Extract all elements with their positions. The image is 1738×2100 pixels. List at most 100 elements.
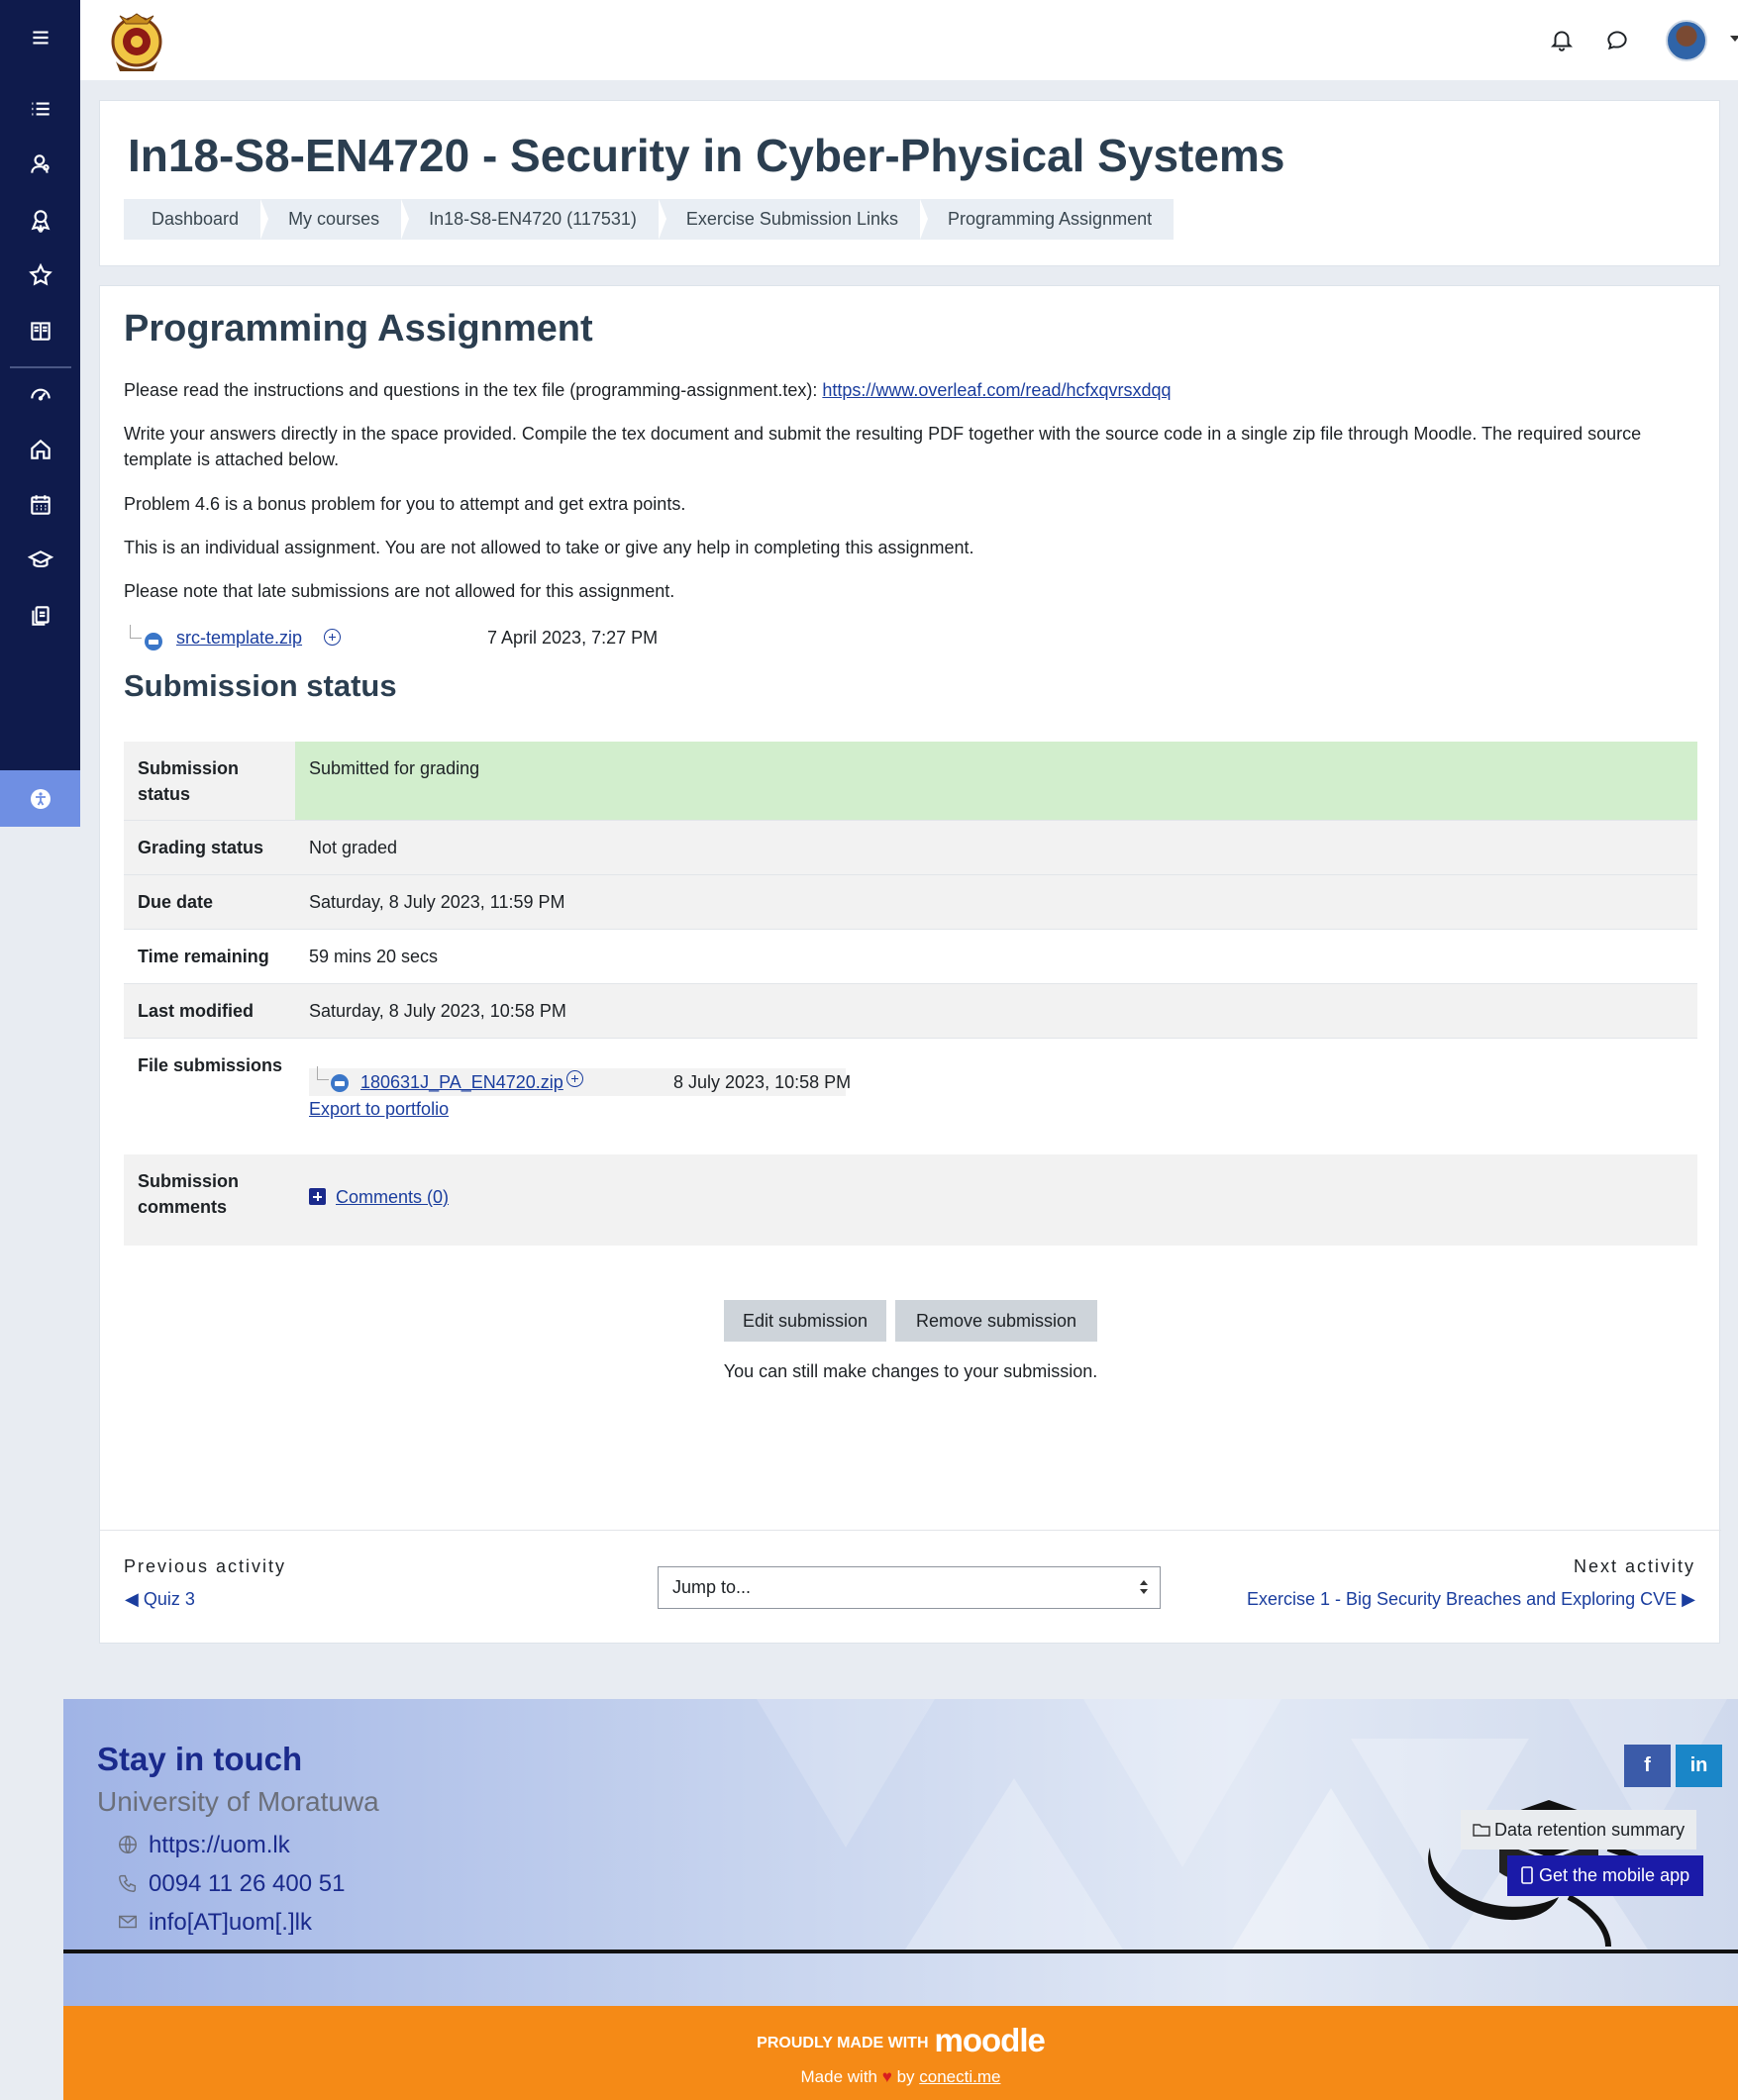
- submitted-file-link[interactable]: 180631J_PA_EN4720.zip: [360, 1069, 563, 1095]
- individual-paragraph: This is an individual assignment. You ar…: [124, 538, 974, 557]
- next-activity-link[interactable]: Exercise 1 - Big Security Breaches and E…: [1247, 1589, 1695, 1610]
- mobile-app-label: Get the mobile app: [1539, 1865, 1690, 1885]
- table-row: File submissions 180631J_PA_EN4720.zip 8…: [124, 1039, 1697, 1154]
- submission-status-heading: Submission status: [124, 668, 397, 703]
- late-paragraph: Please note that late submissions are no…: [124, 581, 675, 601]
- dashboard-gauge-icon[interactable]: [0, 369, 80, 419]
- made-with-credit: Made with ♥ by conecti.me: [63, 2067, 1738, 2087]
- tree-line: [317, 1066, 329, 1080]
- previous-activity-link[interactable]: ◀ Quiz 3: [125, 1589, 195, 1610]
- home-icon[interactable]: [0, 425, 80, 474]
- phone-icon: [119, 1874, 137, 1892]
- table-row: Grading status Not graded: [124, 821, 1697, 875]
- attachment-row: src-template.zip 7 April 2023, 7:27 PM: [130, 625, 684, 654]
- breadcrumb-current: Programming Assignment: [948, 209, 1153, 229]
- row-label: Grading status: [138, 838, 264, 857]
- list-icon[interactable]: [0, 84, 80, 134]
- breadcrumb: Dashboard My courses In18-S8-EN4720 (117…: [124, 199, 1175, 240]
- select-arrows-icon: [1140, 1580, 1148, 1594]
- jump-to-value: Jump to...: [672, 1577, 752, 1597]
- edit-submission-button[interactable]: Edit submission: [724, 1300, 886, 1342]
- breadcrumb-dashboard[interactable]: Dashboard: [124, 199, 269, 240]
- intro-paragraph: Please read the instructions and questio…: [124, 377, 1698, 403]
- folder-icon: [1473, 1824, 1490, 1837]
- graduation-cap-icon[interactable]: [0, 536, 80, 585]
- email-contact: info[AT]uom[.]lk: [117, 1909, 312, 1937]
- comments-link[interactable]: Comments (0): [336, 1184, 449, 1210]
- course-title: In18-S8-EN4720 - Security in Cyber-Physi…: [128, 130, 1285, 181]
- row-label: Submission comments: [138, 1171, 240, 1217]
- breadcrumb-course[interactable]: In18-S8-EN4720 (117531): [401, 199, 666, 240]
- facebook-icon[interactable]: f: [1624, 1745, 1671, 1787]
- university-name: University of Moratuwa: [97, 1786, 379, 1817]
- expand-plus-icon[interactable]: [309, 1188, 326, 1205]
- previous-activity-caption: Previous activity: [124, 1556, 287, 1576]
- website-contact: https://uom.lk: [117, 1832, 290, 1859]
- row-label: Due date: [138, 892, 214, 912]
- jump-to-select[interactable]: Jump to...: [658, 1566, 1161, 1609]
- breadcrumb-my-courses[interactable]: My courses: [260, 199, 410, 240]
- breadcrumb-section[interactable]: Exercise Submission Links: [659, 199, 929, 240]
- hamburger-icon[interactable]: [0, 13, 80, 62]
- top-navbar: [80, 0, 1738, 80]
- row-label: File submissions: [138, 1055, 283, 1075]
- activity-nav-divider: [100, 1530, 1721, 1531]
- page-header: In18-S8-EN4720 - Security in Cyber-Physi…: [99, 100, 1720, 266]
- website-link[interactable]: https://uom.lk: [149, 1832, 290, 1858]
- by-text: by: [896, 2067, 915, 2086]
- moodle-credit-bar: PROUDLY MADE WITH moodle Made with ♥ by c…: [63, 2006, 1738, 2100]
- data-retention-label: Data retention summary: [1494, 1820, 1686, 1840]
- footer-divider: [63, 1950, 1738, 1953]
- overleaf-link[interactable]: https://www.overleaf.com/read/hcfxqvrsxd…: [822, 380, 1171, 400]
- mobile-phone-icon: [1521, 1866, 1533, 1884]
- left-sidebar: [0, 0, 80, 827]
- tree-line: [130, 625, 142, 639]
- row-value: 180631J_PA_EN4720.zip 8 July 2023, 10:58…: [295, 1039, 1697, 1154]
- table-row: Time remaining 59 mins 20 secs: [124, 930, 1697, 984]
- attachment-link[interactable]: src-template.zip: [176, 628, 302, 649]
- export-portfolio-link[interactable]: Export to portfolio: [309, 1096, 449, 1122]
- participants-icon[interactable]: [0, 140, 80, 189]
- linkedin-icon[interactable]: in: [1676, 1745, 1722, 1787]
- row-value: Saturday, 8 July 2023, 10:58 PM: [309, 1001, 566, 1021]
- files-icon[interactable]: [0, 591, 80, 641]
- row-label: Time remaining: [138, 947, 269, 966]
- user-avatar[interactable]: [1666, 20, 1707, 61]
- remove-submission-button[interactable]: Remove submission: [895, 1300, 1097, 1342]
- university-crest-logo[interactable]: [106, 0, 167, 79]
- table-row: Due date Saturday, 8 July 2023, 11:59 PM: [124, 875, 1697, 930]
- row-value: Comments (0): [295, 1154, 1697, 1246]
- bell-icon[interactable]: [1546, 24, 1578, 55]
- next-activity-caption: Next activity: [1573, 1556, 1695, 1576]
- file-icon: [145, 633, 162, 650]
- star-icon[interactable]: [0, 250, 80, 300]
- add-circle-icon[interactable]: [324, 629, 341, 646]
- moodle-logo[interactable]: moodle: [935, 2022, 1046, 2058]
- table-row: Submission status Submitted for grading: [124, 742, 1697, 821]
- heart-icon: ♥: [881, 2067, 892, 2086]
- data-retention-summary-link[interactable]: Data retention summary: [1461, 1810, 1697, 1850]
- accessibility-icon[interactable]: [0, 770, 80, 827]
- made-with-text: Made with: [800, 2067, 877, 2086]
- user-menu-caret-icon[interactable]: [1730, 36, 1738, 42]
- row-label: Last modified: [138, 1001, 255, 1021]
- conecti-link[interactable]: conecti.me: [919, 2067, 1000, 2086]
- submitted-file-date: 8 July 2023, 10:58 PM: [673, 1072, 852, 1092]
- mail-icon: [119, 1915, 137, 1929]
- attachment-date: 7 April 2023, 7:27 PM: [487, 628, 659, 648]
- badge-icon[interactable]: [0, 195, 80, 245]
- book-icon[interactable]: [0, 306, 80, 355]
- stay-in-touch-heading: Stay in touch: [97, 1741, 303, 1777]
- row-value: Submitted for grading: [295, 742, 1697, 820]
- get-mobile-app-button[interactable]: Get the mobile app: [1507, 1855, 1704, 1896]
- calendar-icon[interactable]: [0, 480, 80, 530]
- main-content: Programming Assignment Please read the i…: [99, 285, 1721, 1644]
- submitted-file-row: 180631J_PA_EN4720.zip 8 July 2023, 10:58…: [309, 1066, 851, 1096]
- row-value: Saturday, 8 July 2023, 11:59 PM: [309, 892, 565, 912]
- file-icon: [331, 1074, 349, 1092]
- add-circle-icon[interactable]: [566, 1070, 583, 1087]
- intro-text: Please read the instructions and questio…: [124, 380, 823, 400]
- changes-note: You can still make changes to your submi…: [723, 1361, 1098, 1381]
- chat-icon[interactable]: [1601, 24, 1633, 55]
- phone-number: 0094 11 26 400 51: [149, 1870, 346, 1897]
